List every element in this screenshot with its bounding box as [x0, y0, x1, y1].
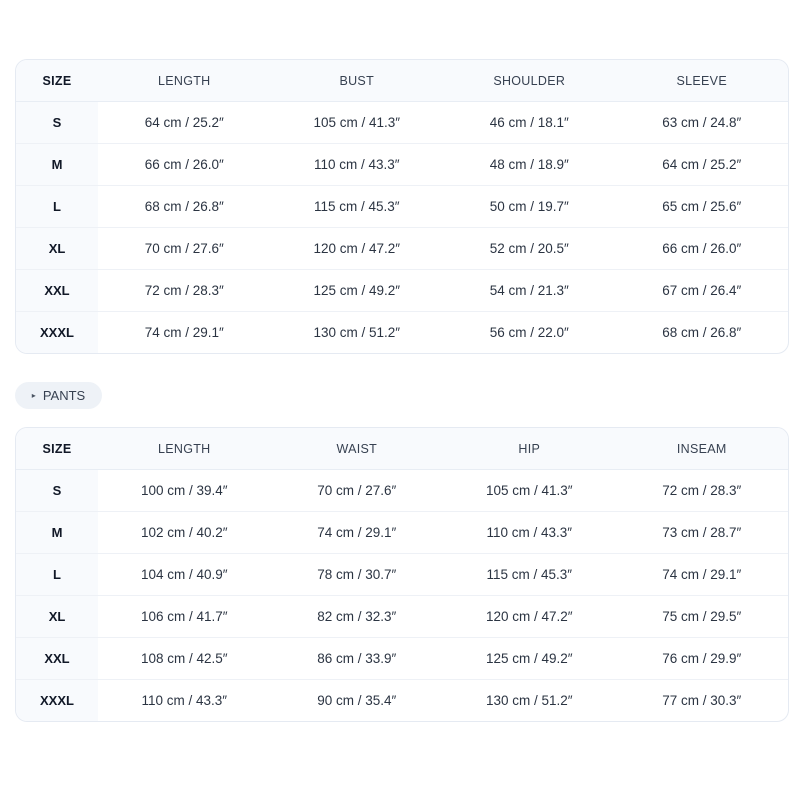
- measurement-cell: 106 cm / 41.7″: [98, 595, 271, 638]
- table-row: M 102 cm / 40.2″ 74 cm / 29.1″ 110 cm / 43.…: [16, 511, 788, 554]
- measurement-cell: 110 cm / 43.3″: [141, 693, 228, 708]
- measurement-cell: 70 cm / 27.6″: [98, 227, 271, 270]
- measurement-cell: 130 cm / 51.2″: [485, 693, 573, 708]
- column-header-sleeve: SLEEVE: [615, 60, 788, 102]
- pants-section-label: PANTS: [42, 388, 86, 403]
- measurement-cell: 48 cm / 18.9″: [443, 143, 616, 186]
- size-label-cell: XXL: [16, 637, 98, 680]
- measurement-cell: 78 cm / 30.7″: [270, 553, 443, 596]
- measurement-cell: 67 cm / 26.4″: [615, 269, 788, 312]
- measurement-cell: 76 cm / 29.9″: [615, 637, 788, 680]
- table-header-row: SIZE LENGTH BUST SHOULDER SLEEVE: [16, 60, 788, 102]
- measurement-cell: 63 cm / 24.8″: [615, 101, 788, 144]
- measurement-cell: 105 cm / 41.3″: [270, 101, 443, 144]
- measurement-cell: 66 cm / 26.0″: [615, 227, 788, 270]
- measurement-cell: 70 cm / 27.6″: [270, 469, 443, 512]
- measurement-cell: 120 cm / 47.2″: [443, 595, 616, 638]
- tops-size-table: SIZE LENGTH BUST SHOULDER SLEEVE S 64 cm …: [15, 59, 789, 354]
- measurement-cell: 125 cm / 49.2″: [270, 269, 443, 312]
- measurement-cell: 66 cm / 26.0″: [98, 143, 271, 186]
- tops-table-body: S 64 cm / 25.2″ 105 cm / 41.3″ 46 cm / 18.1…: [16, 101, 788, 353]
- measurement-cell: 100 cm / 39.4″: [98, 469, 271, 512]
- measurement-cell: 104 cm / 40.9″: [98, 553, 271, 596]
- measurement-cell: 110 cm / 43.3″: [270, 143, 443, 186]
- size-label-cell: S: [16, 469, 98, 512]
- table-row: XXL 72 cm / 28.3″ 125 cm / 49.2″ 54 cm / 21…: [16, 269, 788, 312]
- measurement-cell: 90 cm / 35.4″: [317, 693, 397, 708]
- measurement-cell: 68 cm / 26.8″: [98, 185, 271, 228]
- size-label-cell: M: [16, 143, 98, 186]
- measurement-cell: 77 cm / 30.3″: [662, 693, 742, 708]
- table-row: S 64 cm / 25.2″ 105 cm / 41.3″ 46 cm / 18.1…: [16, 101, 788, 144]
- table-row: XXXL 110 cm / 43.3″ 90 cm / 35.4″ 130 cm / …: [16, 679, 788, 721]
- table-row: XXL 108 cm / 42.5″ 86 cm / 33.9″ 125 cm / 4…: [16, 637, 788, 680]
- column-header-bust: BUST: [270, 60, 443, 102]
- table-row: L 104 cm / 40.9″ 78 cm / 30.7″ 115 cm / 45.…: [16, 553, 788, 596]
- measurement-cell: 115 cm / 45.3″: [270, 185, 443, 228]
- measurement-cell: 64 cm / 25.2″: [98, 101, 271, 144]
- measurement-cell: 130 cm / 51.2″: [313, 325, 401, 340]
- measurement-cell: 115 cm / 45.3″: [443, 553, 616, 596]
- measurement-cell: 50 cm / 19.7″: [443, 185, 616, 228]
- pants-section-toggle[interactable]: ▸ PANTS: [15, 382, 102, 409]
- measurement-cell: 110 cm / 43.3″: [443, 511, 616, 554]
- measurement-cell: 125 cm / 49.2″: [443, 637, 616, 680]
- measurement-cell: 56 cm / 22.0″: [489, 325, 569, 340]
- table-header-row: SIZE LENGTH WAIST HIP INSEAM: [16, 428, 788, 470]
- column-header-size: SIZE: [16, 60, 98, 102]
- measurement-cell: 105 cm / 41.3″: [443, 469, 616, 512]
- measurement-cell: 120 cm / 47.2″: [270, 227, 443, 270]
- measurement-cell: 86 cm / 33.9″: [270, 637, 443, 680]
- measurement-cell: 64 cm / 25.2″: [615, 143, 788, 186]
- column-header-waist: WAIST: [270, 428, 443, 470]
- column-header-size: SIZE: [16, 428, 98, 470]
- table-row: L 68 cm / 26.8″ 115 cm / 45.3″ 50 cm / 19.7…: [16, 185, 788, 228]
- table-row: S 100 cm / 39.4″ 70 cm / 27.6″ 105 cm / 41.…: [16, 469, 788, 512]
- measurement-cell: 74 cm / 29.1″: [615, 553, 788, 596]
- table-row: XL 106 cm / 41.7″ 82 cm / 32.3″ 120 cm / 47…: [16, 595, 788, 638]
- pants-table-body: S 100 cm / 39.4″ 70 cm / 27.6″ 105 cm / 41.…: [16, 469, 788, 721]
- measurement-cell: 46 cm / 18.1″: [443, 101, 616, 144]
- table-row: XL 70 cm / 27.6″ 120 cm / 47.2″ 52 cm / 20.…: [16, 227, 788, 270]
- column-header-shoulder: SHOULDER: [443, 60, 616, 102]
- table-row: XXXL 74 cm / 29.1″ 130 cm / 51.2″ 56 cm / 2…: [16, 311, 788, 353]
- measurement-cell: 82 cm / 32.3″: [270, 595, 443, 638]
- size-label-cell: XXL: [16, 269, 98, 312]
- size-label-cell: M: [16, 511, 98, 554]
- size-label-cell: L: [16, 185, 98, 228]
- size-label-cell: L: [16, 553, 98, 596]
- measurement-cell: 54 cm / 21.3″: [443, 269, 616, 312]
- measurement-cell: 74 cm / 29.1″: [270, 511, 443, 554]
- measurement-cell: 73 cm / 28.7″: [615, 511, 788, 554]
- measurement-cell: 75 cm / 29.5″: [615, 595, 788, 638]
- measurement-cell: 72 cm / 28.3″: [98, 269, 271, 312]
- size-label-cell: S: [16, 101, 98, 144]
- size-label-cell: XL: [16, 595, 98, 638]
- table-row: M 66 cm / 26.0″ 110 cm / 43.3″ 48 cm / 18.9…: [16, 143, 788, 186]
- measurement-cell: 102 cm / 40.2″: [98, 511, 271, 554]
- measurement-cell: 65 cm / 25.6″: [615, 185, 788, 228]
- measurement-cell: 108 cm / 42.5″: [98, 637, 271, 680]
- column-header-length: LENGTH: [98, 428, 271, 470]
- triangle-right-icon: ▸: [31, 391, 36, 400]
- size-label-cell: XL: [16, 227, 98, 270]
- measurement-cell: 52 cm / 20.5″: [443, 227, 616, 270]
- column-header-inseam: INSEAM: [615, 428, 788, 470]
- column-header-hip: HIP: [443, 428, 616, 470]
- pants-size-table: SIZE LENGTH WAIST HIP INSEAM S 100 cm / 3…: [15, 427, 789, 722]
- measurement-cell: 74 cm / 29.1″: [144, 325, 224, 340]
- column-header-length: LENGTH: [98, 60, 271, 102]
- measurement-cell: 68 cm / 26.8″: [662, 325, 742, 340]
- size-label-cell: XXXL: [16, 679, 98, 721]
- measurement-cell: 72 cm / 28.3″: [615, 469, 788, 512]
- size-label-cell: XXXL: [16, 311, 98, 353]
